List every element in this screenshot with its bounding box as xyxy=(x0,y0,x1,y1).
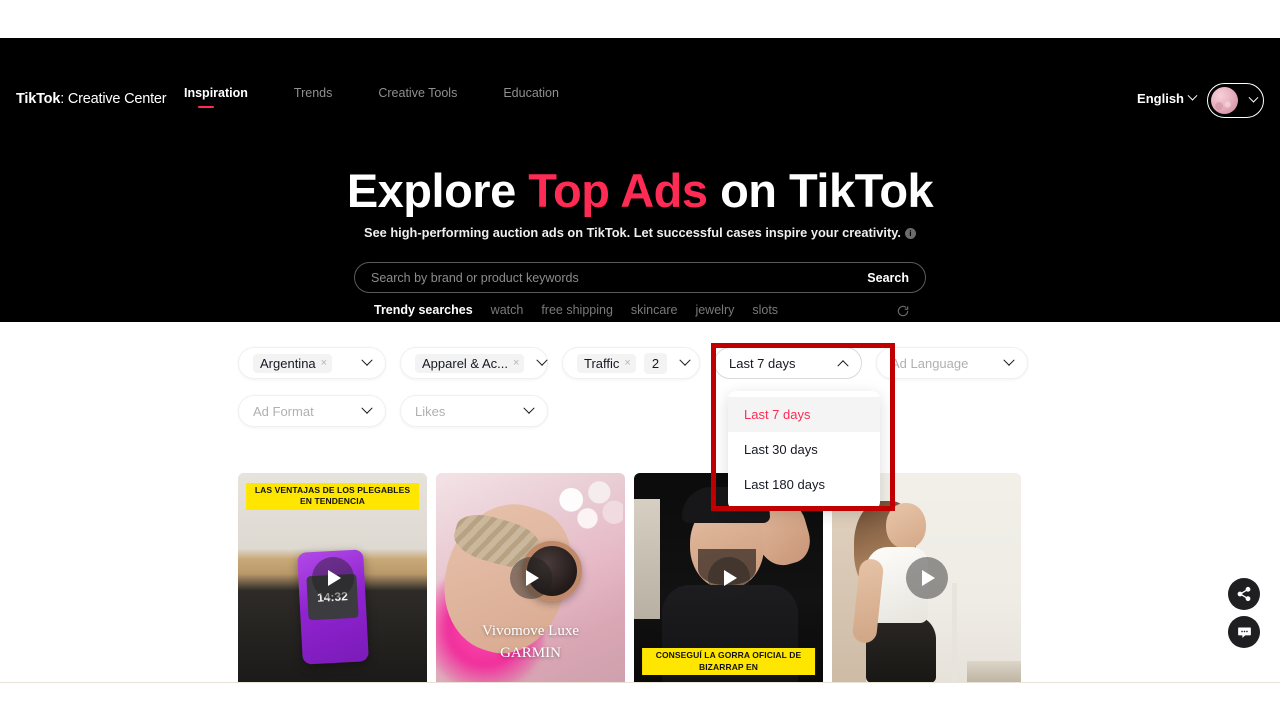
subtitle-text: See high-performing auction ads on TikTo… xyxy=(364,225,901,240)
filter-ad-language-placeholder: Ad Language xyxy=(891,355,969,371)
browser-top-strip xyxy=(0,0,1280,38)
card-caption-bottom: CONSEGUÍ LA GORRA OFICIAL DE BIZARRAP EN xyxy=(641,648,816,675)
filter-tag-label: Traffic xyxy=(584,355,620,371)
dropdown-option-last-30-days[interactable]: Last 30 days xyxy=(728,432,880,467)
filter-likes[interactable]: Likes xyxy=(400,395,548,427)
shelf-shape xyxy=(967,661,1021,683)
remove-icon[interactable]: × xyxy=(624,357,630,369)
main-nav: Inspiration Trends Creative Tools Educat… xyxy=(184,86,605,108)
filter-row-secondary: Ad Format Likes xyxy=(238,395,548,427)
hero-section: TikTok: Creative Center Inspiration Tren… xyxy=(0,38,1280,322)
chevron-down-icon xyxy=(361,354,373,366)
title-part-2: on TikTok xyxy=(707,164,934,217)
pole-shape xyxy=(952,583,957,683)
brand-suffix: Creative Center xyxy=(67,91,167,107)
card-caption-top: LAS VENTAJAS DE LOS PLEGABLES EN TENDENC… xyxy=(245,483,420,510)
brand-logo[interactable]: TikTok: Creative Center xyxy=(16,91,167,107)
page-subtitle: See high-performing auction ads on TikTo… xyxy=(0,225,1280,240)
filter-tag-industry: Apparel & Ac... × xyxy=(415,353,525,373)
card-overlay-line1: Vivomove Luxe xyxy=(482,623,579,640)
head-shape xyxy=(886,503,926,549)
dropdown-option-last-180-days[interactable]: Last 180 days xyxy=(728,467,880,502)
trendy-searches: Trendy searches watch free shipping skin… xyxy=(374,303,778,317)
filter-ad-format-placeholder: Ad Format xyxy=(253,403,314,419)
filter-region[interactable]: Argentina × xyxy=(238,347,386,379)
filter-tag-label: Apparel & Ac... xyxy=(422,355,508,371)
chevron-down-icon xyxy=(536,354,549,366)
search-button[interactable]: Search xyxy=(867,271,909,285)
refresh-icon[interactable] xyxy=(896,304,910,318)
play-icon[interactable] xyxy=(509,557,552,599)
feedback-button[interactable] xyxy=(1228,616,1260,648)
nav-item-education[interactable]: Education xyxy=(503,86,559,108)
chevron-down-icon xyxy=(1003,354,1015,366)
filter-ad-language[interactable]: Ad Language xyxy=(876,347,1028,379)
ad-card-garmin-watch[interactable]: Vivomove Luxe GARMIN xyxy=(436,473,625,683)
nav-item-inspiration[interactable]: Inspiration xyxy=(184,86,248,108)
dropdown-option-last-7-days[interactable]: Last 7 days xyxy=(728,397,880,432)
filter-likes-placeholder: Likes xyxy=(415,403,446,419)
search-bar[interactable]: Search xyxy=(354,262,926,293)
remove-icon[interactable]: × xyxy=(321,357,327,369)
play-icon[interactable] xyxy=(311,557,354,599)
ad-card-foldable-phone[interactable]: 14:32 LAS VENTAJAS DE LOS PLEGABLES EN T… xyxy=(238,473,427,683)
trendy-item-slots[interactable]: slots xyxy=(752,303,778,317)
chevron-down-icon xyxy=(1248,92,1259,103)
avatar xyxy=(1211,87,1238,114)
play-icon[interactable] xyxy=(707,557,750,599)
nav-item-creative-tools[interactable]: Creative Tools xyxy=(378,86,457,108)
filter-industry[interactable]: Apparel & Ac... × xyxy=(400,347,549,379)
search-input[interactable] xyxy=(371,270,868,285)
brand-separator: : xyxy=(60,91,68,107)
trendy-item-free-shipping[interactable]: free shipping xyxy=(541,303,613,317)
account-menu[interactable] xyxy=(1207,83,1264,118)
chevron-down-icon xyxy=(361,402,373,414)
filter-period[interactable]: Last 7 days xyxy=(714,347,862,379)
share-button[interactable] xyxy=(1228,578,1260,610)
filter-tag-objective: Traffic × xyxy=(577,353,636,373)
nav-item-trends[interactable]: Trends xyxy=(294,86,332,108)
section-divider xyxy=(0,682,1280,683)
trendy-item-watch[interactable]: watch xyxy=(491,303,524,317)
info-icon[interactable]: i xyxy=(904,228,916,239)
filter-objective[interactable]: Traffic × 2 xyxy=(562,347,700,379)
page-title: Explore Top Ads on TikTok xyxy=(0,167,1280,214)
chevron-up-icon xyxy=(837,360,849,372)
trendy-item-skincare[interactable]: skincare xyxy=(631,303,678,317)
chevron-down-icon xyxy=(523,402,535,414)
remove-icon[interactable]: × xyxy=(513,357,519,369)
filter-count-badge: 2 xyxy=(643,352,668,374)
period-dropdown-menu[interactable]: Last 7 days Last 30 days Last 180 days xyxy=(728,391,880,510)
share-icon xyxy=(1237,586,1251,602)
filter-tag-label: Argentina xyxy=(260,355,316,371)
chat-icon xyxy=(1237,627,1251,638)
filter-period-value: Last 7 days xyxy=(729,355,796,371)
page-root: TikTok: Creative Center Inspiration Tren… xyxy=(0,0,1280,720)
chevron-down-icon xyxy=(1187,90,1198,101)
wall-shape xyxy=(634,499,660,619)
filter-tag-region: Argentina × xyxy=(253,353,333,373)
brand-name: TikTok xyxy=(16,91,61,107)
filter-ad-format[interactable]: Ad Format xyxy=(238,395,386,427)
filter-row-primary: Argentina × Apparel & Ac... × Traffic × xyxy=(238,347,1028,379)
title-part-1: Explore xyxy=(346,164,529,217)
page-bottom-area xyxy=(0,683,1280,720)
language-selector[interactable]: English xyxy=(1137,90,1198,106)
ad-cards-grid: 14:32 LAS VENTAJAS DE LOS PLEGABLES EN T… xyxy=(238,473,1021,683)
trendy-item-jewelry[interactable]: jewelry xyxy=(695,303,734,317)
play-icon[interactable] xyxy=(905,557,948,599)
card-overlay-line2: GARMIN xyxy=(500,645,561,662)
chevron-down-icon xyxy=(679,354,691,366)
trendy-searches-label: Trendy searches xyxy=(374,303,473,317)
title-accent: Top Ads xyxy=(528,164,708,217)
language-label: English xyxy=(1137,91,1184,106)
